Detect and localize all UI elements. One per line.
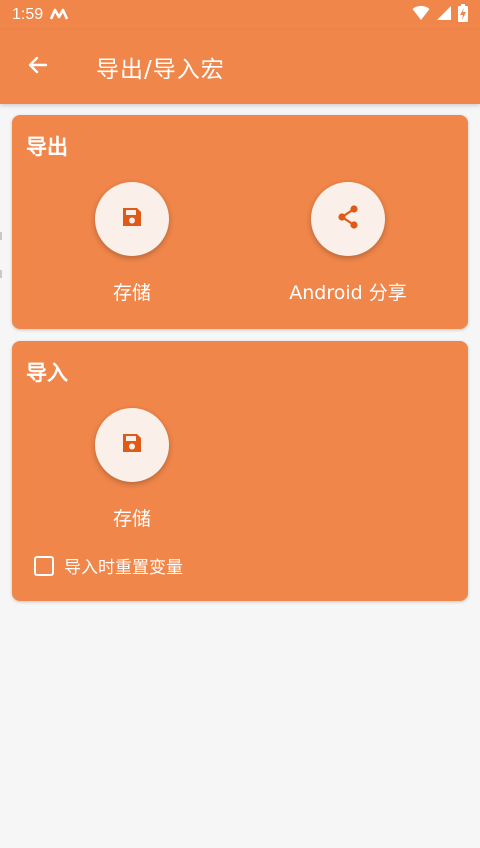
export-storage-action: 存储 <box>42 182 222 305</box>
arrow-left-icon <box>26 53 50 81</box>
status-time: 1:59 <box>12 6 44 23</box>
reset-variables-checkbox[interactable] <box>34 555 54 576</box>
app-bar: 导出/导入宏 <box>0 30 480 104</box>
save-icon <box>120 431 144 459</box>
page-title: 导出/导入宏 <box>96 57 225 83</box>
edge-indicator <box>0 270 2 278</box>
share-icon <box>335 204 361 234</box>
signal-icon <box>436 5 452 25</box>
save-icon <box>120 205 144 233</box>
export-card: 导出 存储 Android 分享 <box>12 115 468 329</box>
import-title: 导入 <box>26 361 68 385</box>
back-button[interactable] <box>14 43 62 91</box>
status-bar: 1:59 <box>0 0 480 30</box>
import-storage-button[interactable] <box>95 408 169 482</box>
wifi-icon <box>412 5 430 25</box>
reset-variables-label: 导入时重置变量 <box>64 558 183 578</box>
import-storage-label: 存储 <box>112 508 151 530</box>
export-title: 导出 <box>26 135 68 159</box>
import-storage-action: 存储 <box>42 408 222 531</box>
import-card: 导入 存储 导入时重置变量 <box>12 341 468 601</box>
android-share-action: Android 分享 <box>258 182 438 305</box>
status-left: 1:59 <box>12 6 69 25</box>
m-app-icon <box>49 6 69 25</box>
export-storage-button[interactable] <box>95 182 169 256</box>
battery-charging-icon <box>458 4 468 26</box>
android-share-button[interactable] <box>311 182 385 256</box>
reset-variables-option[interactable]: 导入时重置变量 <box>34 553 183 578</box>
edge-indicator <box>0 232 2 240</box>
android-share-label: Android 分享 <box>289 282 407 304</box>
export-storage-label: 存储 <box>112 282 151 304</box>
status-right <box>412 4 468 26</box>
